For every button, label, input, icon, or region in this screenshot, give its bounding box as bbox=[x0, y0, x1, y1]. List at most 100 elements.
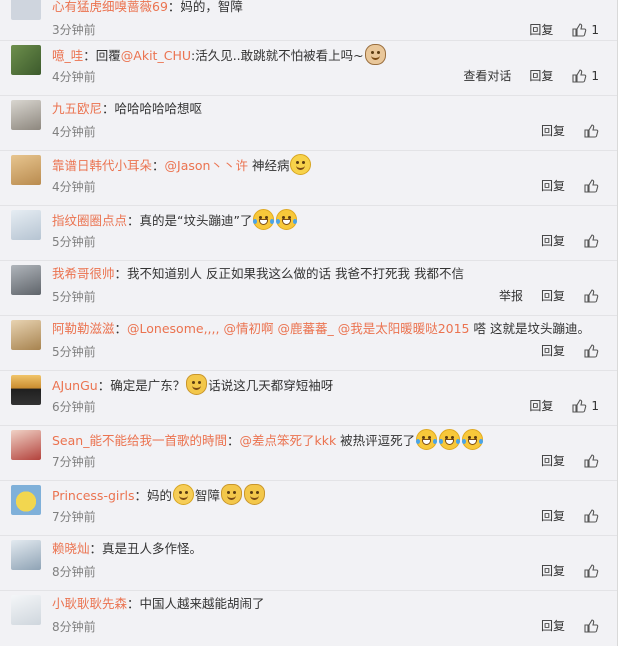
like-button[interactable] bbox=[583, 123, 599, 139]
comment-username[interactable]: Princess-girls bbox=[52, 488, 134, 503]
comment-item: Sean_能不能给我一首歌的時間：@差点笨死了kkk 被热评逗死了 7分钟前 回… bbox=[0, 426, 617, 481]
comment-line: 阿勒勒滋滋：@Lonesome,,,, @情初啊 @鹿蕃蕃_ @我是太阳暖暖哒2… bbox=[52, 319, 607, 339]
like-button[interactable] bbox=[583, 343, 599, 359]
mention-link[interactable]: @Akit_CHU bbox=[121, 48, 191, 63]
comment-time[interactable]: 4分钟前 bbox=[52, 124, 96, 140]
mention-link[interactable]: @鹿蕃蕃_ bbox=[277, 321, 333, 336]
report-button[interactable]: 举报 bbox=[499, 288, 523, 304]
comment-actions: 回复 bbox=[541, 508, 599, 524]
comment-text-continued: 话说这几天都穿短袖呀 bbox=[208, 378, 334, 393]
like-button[interactable] bbox=[583, 618, 599, 634]
avatar[interactable] bbox=[11, 540, 41, 570]
comment-username[interactable]: 赖晓灿 bbox=[52, 541, 90, 556]
comment-time[interactable]: 7分钟前 bbox=[52, 454, 96, 470]
comment-time[interactable]: 5分钟前 bbox=[52, 289, 96, 305]
reply-button[interactable]: 回复 bbox=[541, 563, 565, 579]
avatar[interactable] bbox=[11, 320, 41, 350]
comment-text: :活久见..敢跳就不怕被看上吗~ bbox=[191, 48, 364, 63]
reply-button[interactable]: 回复 bbox=[541, 123, 565, 139]
comment-text: 妈的，智障 bbox=[180, 0, 243, 14]
comment-username[interactable]: 指纹圈圈点点 bbox=[52, 213, 127, 228]
comment-username[interactable]: 阿勒勒滋滋 bbox=[52, 321, 115, 336]
comment-text: 我不知道别人 反正如果我这么做的话 我爸不打死我 我都不信 bbox=[127, 266, 464, 281]
reply-button[interactable]: 回复 bbox=[541, 453, 565, 469]
colon: ： bbox=[127, 596, 140, 611]
comment-time[interactable]: 8分钟前 bbox=[52, 619, 96, 635]
like-button[interactable]: 1 bbox=[571, 68, 599, 84]
avatar[interactable] bbox=[11, 45, 41, 75]
reply-button[interactable]: 回复 bbox=[541, 508, 565, 524]
comment-time[interactable]: 6分钟前 bbox=[52, 399, 96, 415]
colon: ： bbox=[102, 101, 115, 116]
avatar[interactable] bbox=[11, 155, 41, 185]
comment-username[interactable]: AJunGu bbox=[52, 378, 98, 393]
reply-button[interactable]: 回复 bbox=[529, 398, 553, 414]
like-button[interactable] bbox=[583, 563, 599, 579]
comment-time[interactable]: 5分钟前 bbox=[52, 234, 96, 250]
comment-line: AJunGu：确定是广东？ 话说这几天都穿短袖呀 bbox=[52, 374, 607, 396]
like-count: 1 bbox=[591, 23, 599, 37]
avatar[interactable] bbox=[11, 210, 41, 240]
mention-link[interactable]: @差点笨死了kkk bbox=[239, 433, 336, 448]
avatar[interactable] bbox=[11, 595, 41, 625]
mention-link[interactable]: @情初啊 bbox=[223, 321, 273, 336]
comment-username[interactable]: 我希哥很帅 bbox=[52, 266, 115, 281]
dizzy-emoji-icon bbox=[290, 154, 312, 175]
like-button[interactable]: 1 bbox=[571, 22, 599, 38]
reply-button[interactable]: 回复 bbox=[529, 68, 553, 84]
comment-time[interactable]: 7分钟前 bbox=[52, 509, 96, 525]
reply-button[interactable]: 回复 bbox=[529, 22, 553, 38]
comment-time[interactable]: 4分钟前 bbox=[52, 69, 96, 85]
avatar[interactable] bbox=[11, 485, 41, 515]
comment-line: Princess-girls：妈的 智障 bbox=[52, 484, 607, 506]
comment-text: 真是丑人多作怪。 bbox=[102, 541, 203, 556]
avatar[interactable] bbox=[11, 375, 41, 405]
reply-button[interactable]: 回复 bbox=[541, 343, 565, 359]
comment-item: AJunGu：确定是广东？ 话说这几天都穿短袖呀 6分钟前 回复 1 bbox=[0, 371, 617, 426]
comment-username[interactable]: 靠谱日韩代小耳朵 bbox=[52, 158, 152, 173]
comment-item: 心有猛虎细嗅蔷薇69：妈的，智障 3分钟前 回复 1 bbox=[0, 0, 617, 41]
comment-username[interactable]: 九五欧尼 bbox=[52, 101, 102, 116]
comment-username[interactable]: 心有猛虎细嗅蔷薇69 bbox=[52, 0, 168, 14]
view-conversation-button[interactable]: 查看对话 bbox=[463, 68, 511, 84]
comment-line: 九五欧尼：哈哈哈哈哈想呕 bbox=[52, 99, 607, 119]
comment-username[interactable]: Sean_能不能给我一首歌的時間 bbox=[52, 433, 227, 448]
reply-button[interactable]: 回复 bbox=[541, 178, 565, 194]
comment-time[interactable]: 3分钟前 bbox=[52, 22, 96, 38]
comment-line: 我希哥很帅：我不知道别人 反正如果我这么做的话 我爸不打死我 我都不信 bbox=[52, 264, 607, 284]
comment-item: 我希哥很帅：我不知道别人 反正如果我这么做的话 我爸不打死我 我都不信 5分钟前… bbox=[0, 261, 617, 316]
comment-time[interactable]: 8分钟前 bbox=[52, 564, 96, 580]
like-button[interactable] bbox=[583, 453, 599, 469]
comment-line: Sean_能不能给我一首歌的時間：@差点笨死了kkk 被热评逗死了 bbox=[52, 429, 607, 451]
thumbs-up-icon bbox=[584, 344, 599, 358]
comment-line: 指纹圈圈点点：真的是“坟头蹦迪”了 bbox=[52, 209, 607, 231]
reply-button[interactable]: 回复 bbox=[541, 233, 565, 249]
like-button[interactable] bbox=[583, 288, 599, 304]
avatar[interactable] bbox=[11, 265, 41, 295]
comment-item: 小耿耿耿先森：中国人越来越能胡闹了 8分钟前 回复 bbox=[0, 591, 617, 646]
thumbs-up-icon bbox=[584, 289, 599, 303]
avatar[interactable] bbox=[11, 0, 41, 20]
reply-button[interactable]: 回复 bbox=[541, 618, 565, 634]
mention-link[interactable]: @我是太阳暖暖哒2015 bbox=[338, 321, 470, 336]
avatar[interactable] bbox=[11, 100, 41, 130]
thumbs-up-icon bbox=[584, 454, 599, 468]
laugh-cry-emoji-icon bbox=[276, 209, 298, 230]
comment-actions: 举报 回复 bbox=[499, 288, 599, 304]
comment-time[interactable]: 5分钟前 bbox=[52, 344, 96, 360]
colon: ： bbox=[97, 378, 111, 393]
like-button[interactable] bbox=[583, 233, 599, 249]
like-button[interactable] bbox=[583, 508, 599, 524]
comment-username[interactable]: 小耿耿耿先森 bbox=[52, 596, 127, 611]
colon: ： bbox=[89, 541, 103, 556]
like-button[interactable]: 1 bbox=[571, 398, 599, 414]
comment-username[interactable]: 噫_哇 bbox=[52, 48, 83, 63]
mention-link[interactable]: @Jason丶丶许 bbox=[165, 158, 248, 173]
comment-text: 妈的 bbox=[147, 488, 173, 503]
like-button[interactable] bbox=[583, 178, 599, 194]
colon: ： bbox=[127, 213, 140, 228]
avatar[interactable] bbox=[11, 430, 41, 460]
mention-link[interactable]: @Lonesome,,,, bbox=[127, 321, 219, 336]
comment-time[interactable]: 4分钟前 bbox=[52, 179, 96, 195]
reply-button[interactable]: 回复 bbox=[541, 288, 565, 304]
